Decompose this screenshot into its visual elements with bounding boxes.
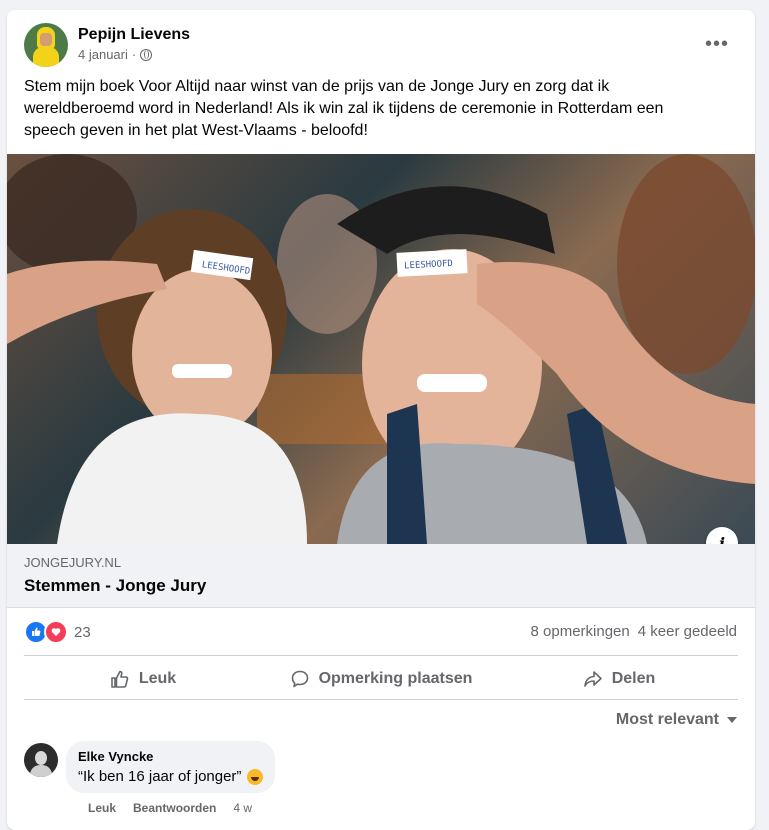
post-card: Pepijn Lievens 4 januari · ••• Stem mijn… bbox=[7, 10, 755, 830]
post-date[interactable]: 4 januari bbox=[78, 47, 128, 62]
caret-down-icon bbox=[727, 717, 737, 723]
comment-button[interactable]: Opmerking plaatsen bbox=[262, 658, 500, 700]
link-image[interactable]: LEESHOOFD LEESHOOFD bbox=[7, 154, 755, 544]
comment-reply-link[interactable]: Beantwoorden bbox=[133, 801, 216, 815]
link-title[interactable]: Stemmen - Jonge Jury bbox=[24, 576, 206, 596]
comment-icon bbox=[291, 670, 308, 688]
commenter-name[interactable]: Elke Vyncke bbox=[78, 749, 263, 764]
more-options-button[interactable]: ••• bbox=[701, 28, 733, 60]
engagement-counts: 8 opmerkingen 4 keer gedeeld bbox=[531, 623, 737, 640]
comment-text-row: “Ik ben 16 jaar of jonger” bbox=[78, 768, 264, 785]
comment-bubble: Elke Vyncke “Ik ben 16 jaar of jonger” bbox=[66, 741, 276, 793]
author-avatar[interactable] bbox=[24, 23, 68, 67]
commenter-avatar[interactable] bbox=[24, 743, 58, 777]
author-name[interactable]: Pepijn Lievens bbox=[78, 26, 190, 44]
photo-illustration: LEESHOOFD LEESHOOFD bbox=[7, 154, 755, 544]
comment-timestamp[interactable]: 4 w bbox=[233, 801, 252, 815]
share-icon bbox=[583, 671, 602, 687]
comments-count[interactable]: 8 opmerkingen bbox=[531, 623, 630, 640]
divider bbox=[24, 699, 738, 700]
love-reaction-icon bbox=[44, 620, 68, 644]
shares-count[interactable]: 4 keer gedeeld bbox=[638, 623, 737, 640]
reaction-count: 23 bbox=[74, 623, 91, 641]
post-text: Stem mijn boek Voor Altijd naar winst va… bbox=[24, 78, 664, 139]
divider bbox=[24, 655, 738, 656]
comment-label: Opmerking plaatsen bbox=[318, 670, 473, 687]
sort-label: Most relevant bbox=[615, 711, 719, 728]
reactions-summary[interactable]: 23 bbox=[24, 620, 91, 644]
link-domain: JONGEJURY.NL bbox=[24, 555, 122, 570]
link-preview[interactable]: JONGEJURY.NL Stemmen - Jonge Jury bbox=[7, 544, 755, 608]
laughing-emoji-icon bbox=[247, 768, 264, 785]
thumbs-up-icon bbox=[111, 670, 129, 688]
globe-icon bbox=[140, 48, 153, 61]
share-label: Delen bbox=[611, 670, 656, 687]
comment-actions: Leuk Beantwoorden 4 w bbox=[88, 801, 252, 815]
action-bar: Leuk Opmerking plaatsen Delen bbox=[24, 658, 738, 700]
share-button[interactable]: Delen bbox=[500, 658, 738, 700]
like-button[interactable]: Leuk bbox=[24, 658, 262, 700]
like-label: Leuk bbox=[138, 670, 177, 687]
comment-sort-dropdown[interactable]: Most relevant bbox=[616, 711, 737, 729]
post-meta: 4 januari · bbox=[78, 47, 153, 62]
comment-text: “Ik ben 16 jaar of jonger” bbox=[78, 768, 242, 785]
comment-like-link[interactable]: Leuk bbox=[88, 801, 116, 815]
